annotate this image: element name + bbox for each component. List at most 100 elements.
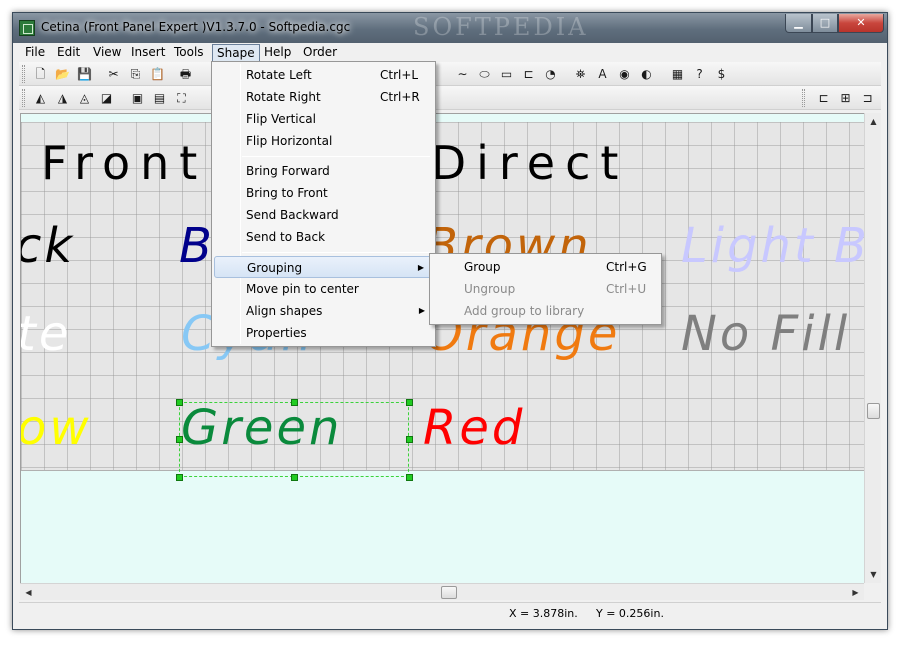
menu-item-shortcut: Ctrl+U bbox=[606, 282, 647, 296]
label-yellow[interactable]: ow bbox=[21, 404, 92, 452]
label-red[interactable]: Red bbox=[423, 404, 525, 452]
flip-horizontal-icon[interactable]: ◪ bbox=[98, 90, 115, 106]
menu-item-rotate-right[interactable]: Rotate Right Ctrl+R bbox=[214, 86, 433, 108]
new-file-icon[interactable]: 🗋 bbox=[32, 66, 49, 82]
vertical-scrollbar[interactable]: ▲ ▼ bbox=[864, 113, 881, 583]
resize-handle[interactable] bbox=[406, 399, 413, 406]
rectangle-icon[interactable]: ▭ bbox=[498, 66, 515, 82]
save-icon[interactable]: 💾 bbox=[76, 66, 93, 82]
resize-handle[interactable] bbox=[176, 399, 183, 406]
menu-help[interactable]: Help bbox=[260, 44, 295, 62]
menu-item-move-pin-to-center[interactable]: Move pin to center bbox=[214, 278, 433, 300]
label-light-blue[interactable]: Light B bbox=[681, 222, 864, 270]
copy-icon[interactable]: ⎘ bbox=[127, 66, 144, 82]
status-x-coordinate: X = 3.878in. bbox=[509, 607, 578, 620]
shape-menu-dropdown: Rotate Left Ctrl+L Rotate Right Ctrl+R Fli… bbox=[211, 61, 436, 347]
menu-item-align-shapes[interactable]: Align shapes ▶ bbox=[214, 300, 433, 322]
maximize-button[interactable]: □ bbox=[812, 14, 838, 33]
resize-handle[interactable] bbox=[291, 474, 298, 481]
scroll-left-arrow-icon[interactable]: ◀ bbox=[20, 584, 37, 601]
menu-edit[interactable]: Edit bbox=[53, 44, 84, 62]
scroll-corner bbox=[864, 583, 881, 600]
drawing-canvas[interactable]: Front Panel Direct ck B Brown Light B te… bbox=[20, 113, 864, 583]
toolbar-grip[interactable] bbox=[22, 65, 25, 83]
scroll-down-arrow-icon[interactable]: ▼ bbox=[865, 566, 882, 583]
menu-file[interactable]: File bbox=[21, 44, 49, 62]
menu-item-flip-horizontal[interactable]: Flip Horizontal bbox=[214, 130, 433, 152]
menu-shape[interactable]: Shape bbox=[212, 44, 260, 62]
open-folder-icon[interactable]: 📂 bbox=[54, 66, 71, 82]
menu-view[interactable]: View bbox=[89, 44, 125, 62]
submenu-arrow-icon: ▶ bbox=[418, 306, 425, 315]
menu-item-flip-vertical[interactable]: Flip Vertical bbox=[214, 108, 433, 130]
rotate-left-icon[interactable]: ◭ bbox=[32, 90, 49, 106]
toolbar-grip[interactable] bbox=[22, 89, 25, 107]
selection-box[interactable] bbox=[179, 402, 409, 477]
menu-item-grouping[interactable]: Grouping ▶ bbox=[214, 256, 433, 278]
resize-handle[interactable] bbox=[291, 399, 298, 406]
label-blue[interactable]: B bbox=[179, 222, 215, 270]
menu-item-send-to-back[interactable]: Send to Back bbox=[214, 226, 433, 248]
menu-item-bring-to-front[interactable]: Bring to Front bbox=[214, 182, 433, 204]
cut-icon[interactable]: ✂ bbox=[105, 66, 122, 82]
menu-tools[interactable]: Tools bbox=[170, 44, 208, 62]
resize-icon[interactable]: ⛶ bbox=[173, 90, 190, 106]
ellipse-icon[interactable]: ⬭ bbox=[476, 66, 493, 82]
menu-item-label: Send Backward bbox=[246, 208, 339, 222]
grouping-submenu: Group Ctrl+G Ungroup Ctrl+U Add group to l… bbox=[429, 253, 662, 325]
paste-icon[interactable]: 📋 bbox=[149, 66, 166, 82]
menu-item-send-backward[interactable]: Send Backward bbox=[214, 204, 433, 226]
watermark-text: SOFTPEDIA bbox=[413, 13, 589, 41]
close-button[interactable]: ✕ bbox=[838, 14, 884, 33]
menu-item-ungroup: Ungroup Ctrl+U bbox=[432, 278, 659, 300]
menu-item-add-group-to-library: Add group to library bbox=[432, 300, 659, 322]
label-white[interactable]: te bbox=[21, 310, 71, 358]
menu-item-label: Add group to library bbox=[464, 304, 585, 318]
window-title: Cetina (Front Panel Expert )V1.3.7.0 - S… bbox=[41, 20, 351, 34]
menu-item-label: Rotate Left bbox=[246, 68, 312, 82]
menu-order[interactable]: Order bbox=[299, 44, 341, 62]
title-bar[interactable]: Cetina (Front Panel Expert )V1.3.7.0 - S… bbox=[13, 13, 887, 43]
menu-bar: File Edit View Insert Tools Shape Help O… bbox=[19, 43, 881, 62]
menu-item-properties[interactable]: Properties bbox=[214, 322, 433, 344]
arc-icon[interactable]: ◔ bbox=[542, 66, 559, 82]
eye-icon[interactable]: ◉ bbox=[616, 66, 633, 82]
menu-item-group[interactable]: Group Ctrl+G bbox=[432, 256, 659, 278]
print-icon[interactable]: 🖶 bbox=[177, 66, 194, 82]
menu-item-rotate-left[interactable]: Rotate Left Ctrl+L bbox=[214, 64, 433, 86]
grid-icon[interactable]: ▦ bbox=[669, 66, 686, 82]
shape-icon[interactable]: ◐ bbox=[638, 66, 655, 82]
label-no-fill[interactable]: No Fill bbox=[681, 310, 850, 358]
horizontal-scroll-thumb[interactable] bbox=[441, 586, 457, 599]
curve-icon[interactable]: ∼ bbox=[454, 66, 471, 82]
resize-handle[interactable] bbox=[406, 474, 413, 481]
help-pointer-icon[interactable]: ? bbox=[691, 66, 708, 82]
app-icon[interactable] bbox=[19, 20, 35, 36]
align-right-icon[interactable]: ⊐ bbox=[859, 90, 876, 106]
menu-item-shortcut: Ctrl+G bbox=[606, 260, 647, 274]
menu-insert[interactable]: Insert bbox=[127, 44, 169, 62]
menu-item-label: Properties bbox=[246, 326, 307, 340]
scroll-up-arrow-icon[interactable]: ▲ bbox=[865, 113, 882, 130]
horizontal-scrollbar[interactable]: ◀ ▶ bbox=[20, 583, 864, 600]
send-backward-icon[interactable]: ▤ bbox=[151, 90, 168, 106]
minimize-button[interactable]: ▁ bbox=[785, 14, 812, 33]
pin-icon[interactable]: ⛯ bbox=[572, 66, 589, 82]
flip-vertical-icon[interactable]: ◮ bbox=[54, 90, 71, 106]
resize-handle[interactable] bbox=[176, 474, 183, 481]
vertical-scroll-thumb[interactable] bbox=[867, 403, 880, 419]
rounded-rect-icon[interactable]: ⊏ bbox=[520, 66, 537, 82]
align-left-icon[interactable]: ⊏ bbox=[815, 90, 832, 106]
rotate-right-icon[interactable]: ◬ bbox=[76, 90, 93, 106]
text-icon[interactable]: A bbox=[594, 66, 611, 82]
scroll-right-arrow-icon[interactable]: ▶ bbox=[847, 584, 864, 601]
label-black[interactable]: ck bbox=[21, 222, 75, 270]
menu-item-bring-forward[interactable]: Bring Forward bbox=[214, 160, 433, 182]
bring-forward-icon[interactable]: ▣ bbox=[129, 90, 146, 106]
resize-handle[interactable] bbox=[176, 436, 183, 443]
dollar-icon[interactable]: $ bbox=[713, 66, 730, 82]
align-center-icon[interactable]: ⊞ bbox=[837, 90, 854, 106]
shape-toolbar: ◭ ◮ ◬ ◪ ▣ ▤ ⛶ ⊏ ⊞ ⊐ bbox=[19, 86, 881, 110]
resize-handle[interactable] bbox=[406, 436, 413, 443]
toolbar-grip[interactable] bbox=[802, 89, 805, 107]
